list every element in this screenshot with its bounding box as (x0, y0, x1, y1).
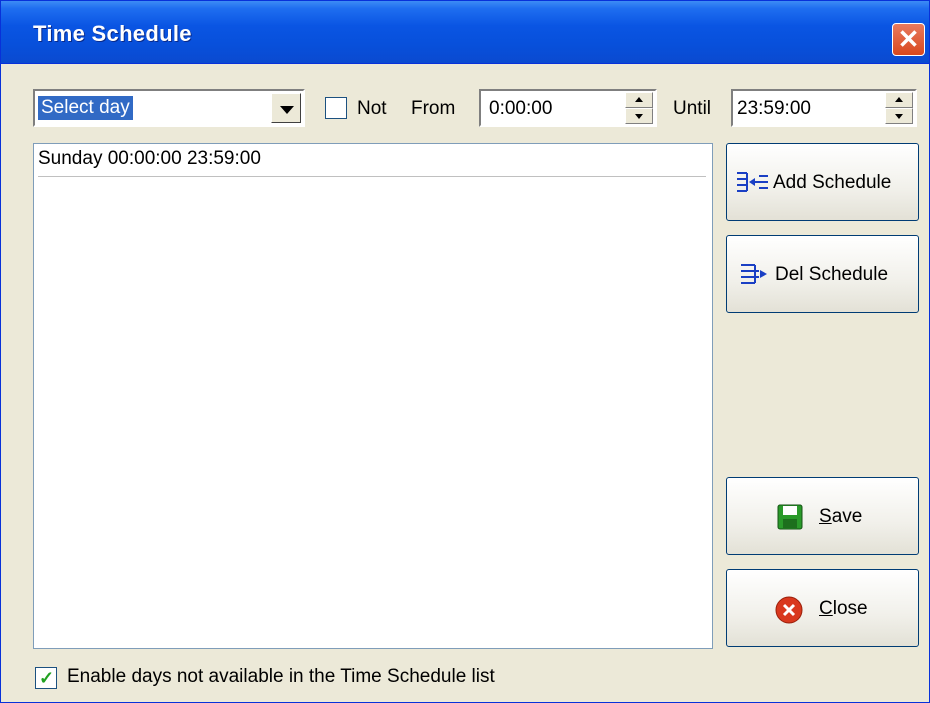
until-time-input[interactable]: 23:59:00 (731, 89, 917, 127)
until-time-up-button[interactable] (885, 92, 913, 108)
del-schedule-label: Del Schedule (775, 264, 889, 285)
arrow-down-icon (635, 114, 643, 119)
enable-days-row: ✓ Enable days not available in the Time … (33, 665, 733, 691)
del-schedule-button[interactable]: Del Schedule (726, 235, 919, 313)
close-label-rest: lose (832, 598, 868, 619)
save-label: Save (819, 506, 862, 528)
save-label-mnemonic: S (819, 506, 832, 527)
until-label: Until (673, 98, 712, 119)
not-label: Not (357, 98, 387, 119)
until-time-spinner (885, 92, 913, 124)
add-schedule-label: Add Schedule (773, 172, 892, 193)
close-button[interactable]: Close (726, 569, 919, 647)
from-time-down-button[interactable] (625, 108, 653, 124)
from-label: From (411, 98, 456, 119)
checkmark-icon: ✓ (39, 668, 55, 688)
from-time-input[interactable]: 0:00:00 (479, 89, 657, 127)
list-item[interactable]: Sunday 00:00:00 23:59:00 (38, 148, 706, 177)
until-time-down-button[interactable] (885, 108, 913, 124)
until-time-value: 23:59:00 (737, 98, 811, 119)
save-button[interactable]: Save (726, 477, 919, 555)
chevron-down-icon (280, 106, 294, 114)
from-time-value: 0:00:00 (489, 98, 553, 119)
title-bar[interactable]: Time Schedule ✕ (1, 1, 929, 64)
save-label-rest: ave (831, 506, 863, 527)
window-close-button[interactable]: ✕ (892, 23, 925, 56)
floppy-disk-icon (777, 504, 803, 530)
close-label-mnemonic: C (819, 598, 833, 619)
close-label: Close (819, 598, 868, 620)
del-schedule-icon (741, 264, 767, 284)
arrow-up-icon (635, 97, 643, 102)
from-time-spinner (625, 92, 653, 124)
add-schedule-icon (737, 172, 768, 192)
schedule-list[interactable]: Sunday 00:00:00 23:59:00 (33, 143, 713, 649)
arrow-up-icon (895, 97, 903, 102)
dropdown-arrow-button[interactable] (271, 93, 301, 123)
close-circle-icon (775, 596, 803, 624)
arrow-down-icon (895, 114, 903, 119)
day-select-dropdown[interactable]: Select day (33, 89, 305, 127)
time-schedule-dialog: Time Schedule ✕ Select day Not From 0:00… (0, 0, 930, 703)
add-schedule-button[interactable]: Add Schedule (726, 143, 919, 221)
day-select-value: Select day (38, 96, 133, 120)
window-title: Time Schedule (33, 21, 192, 46)
from-time-up-button[interactable] (625, 92, 653, 108)
enable-days-checkbox[interactable]: ✓ (35, 667, 57, 689)
schedule-controls-row: Select day Not From 0:00:00 Until 23:59:… (1, 89, 930, 129)
enable-days-label: Enable days not available in the Time Sc… (67, 666, 495, 687)
not-checkbox[interactable] (325, 97, 347, 119)
